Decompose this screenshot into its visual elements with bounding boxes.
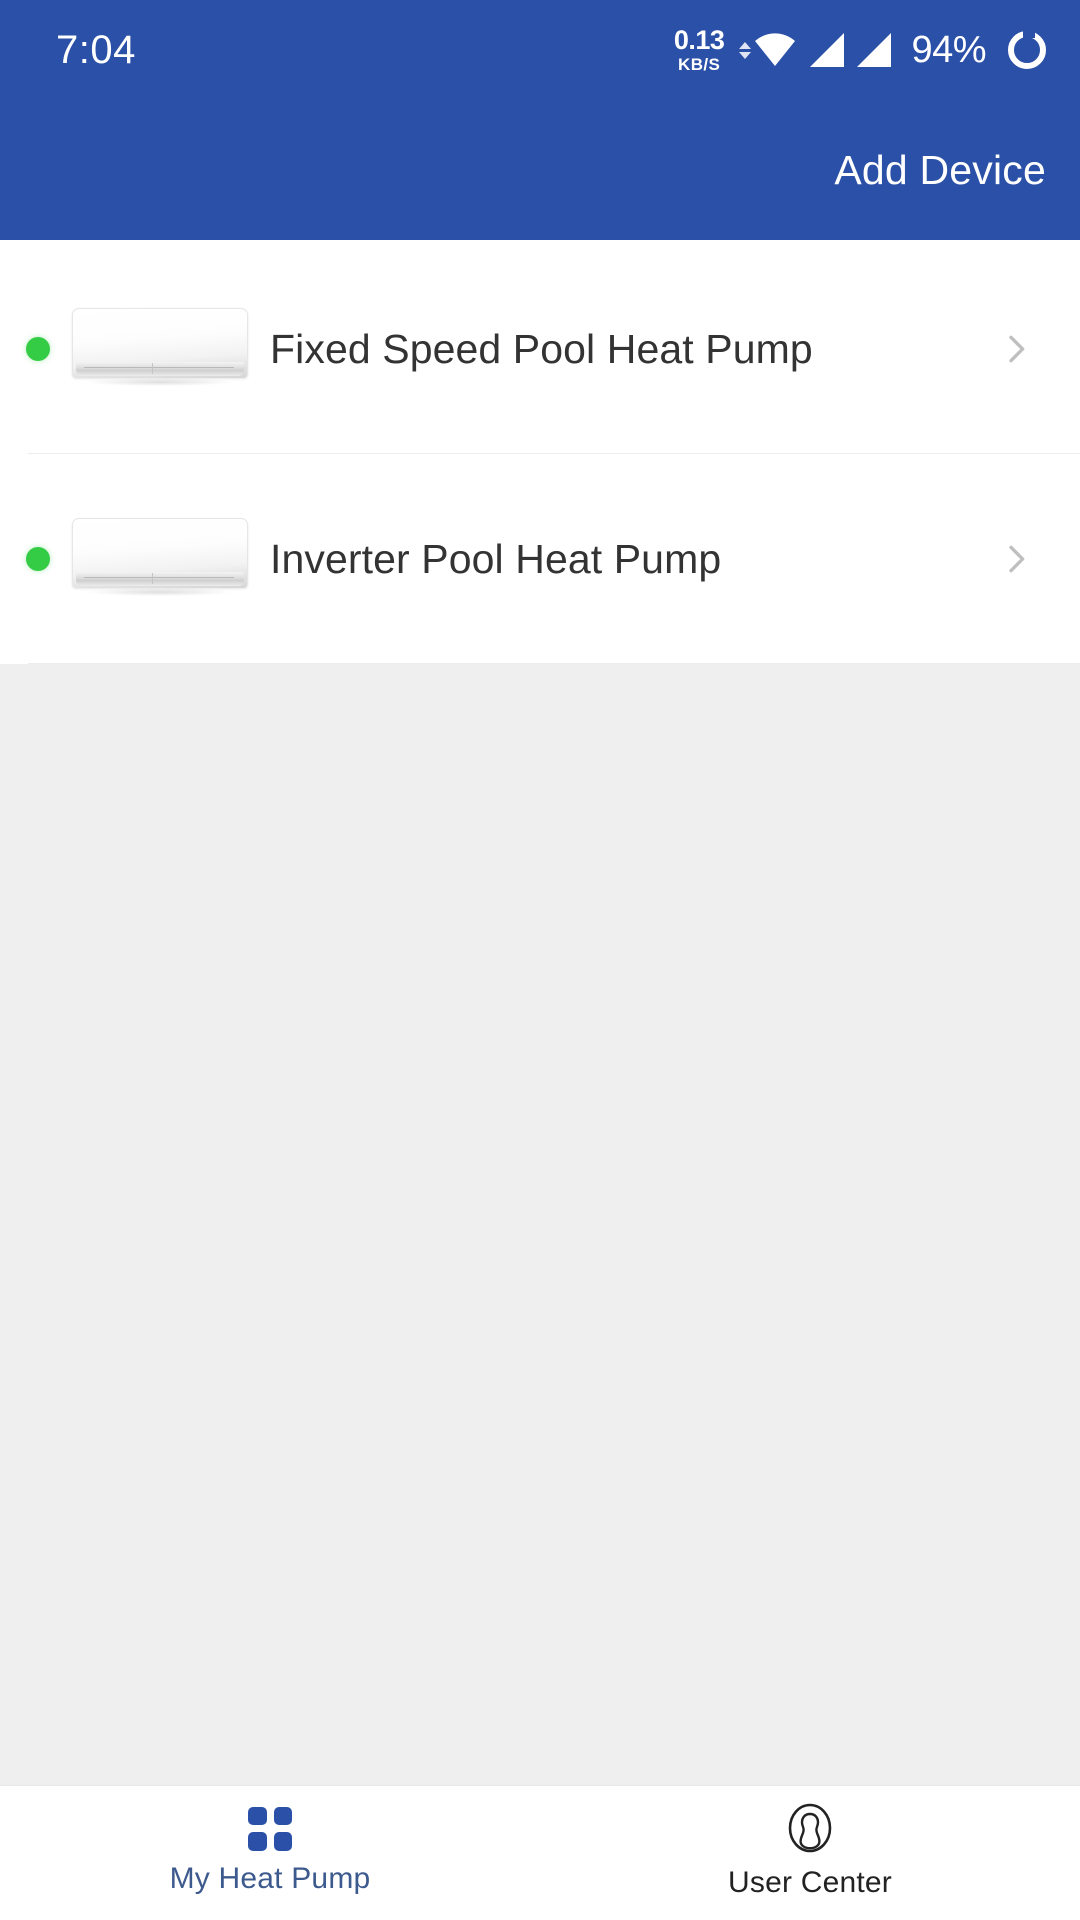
nav-tab-my-heat-pump[interactable]: My Heat Pump [0,1786,540,1920]
device-list-item-fixed-speed-pool-heat-pump[interactable]: Fixed Speed Pool Heat Pump [0,244,1080,454]
cellular-signal-icon-1 [810,33,845,67]
heat-pump-unit-image [72,306,248,392]
grid-icon [248,1806,292,1851]
bottom-navigation-bar: My Heat Pump User Center [0,1785,1080,1920]
battery-percentage: 94% [911,28,986,71]
device-name-label: Inverter Pool Heat Pump [270,535,722,582]
online-status-dot [26,547,50,571]
network-speed-indicator: 0.13 KB/S [673,25,725,74]
device-name-label: Fixed Speed Pool Heat Pump [270,325,813,372]
add-device-button[interactable]: Add Device [834,147,1046,194]
cellular-signal-icon-2 [857,33,892,67]
nav-tab-label: My Heat Pump [169,1861,371,1895]
user-avatar-icon [788,1803,832,1852]
nav-tab-user-center[interactable]: User Center [540,1786,1080,1920]
device-list: Fixed Speed Pool Heat Pump Inverter Pool… [0,240,1080,664]
page-content-area [0,672,1080,1785]
nav-tab-label: User Center [728,1865,892,1899]
chevron-right-icon[interactable] [996,329,1036,369]
app-header: Add Device [0,100,1080,240]
status-bar-indicators: 0.13 KB/S 94% [674,27,1046,73]
status-bar: 7:04 0.13 KB/S 94% [0,0,1080,100]
chevron-right-icon[interactable] [996,539,1036,579]
online-status-dot [26,337,50,361]
status-bar-clock: 7:04 [56,28,136,72]
wifi-signal-glyph [755,33,796,66]
wifi-traffic-arrows-icon [739,41,752,59]
network-speed-unit: KB/S [678,55,721,74]
device-list-item-inverter-pool-heat-pump[interactable]: Inverter Pool Heat Pump [0,454,1080,664]
heat-pump-unit-image [72,516,248,602]
wifi-icon [739,32,797,68]
network-speed-value: 0.13 [673,25,725,55]
list-divider [28,663,1080,664]
battery-ring-icon [1008,30,1046,69]
